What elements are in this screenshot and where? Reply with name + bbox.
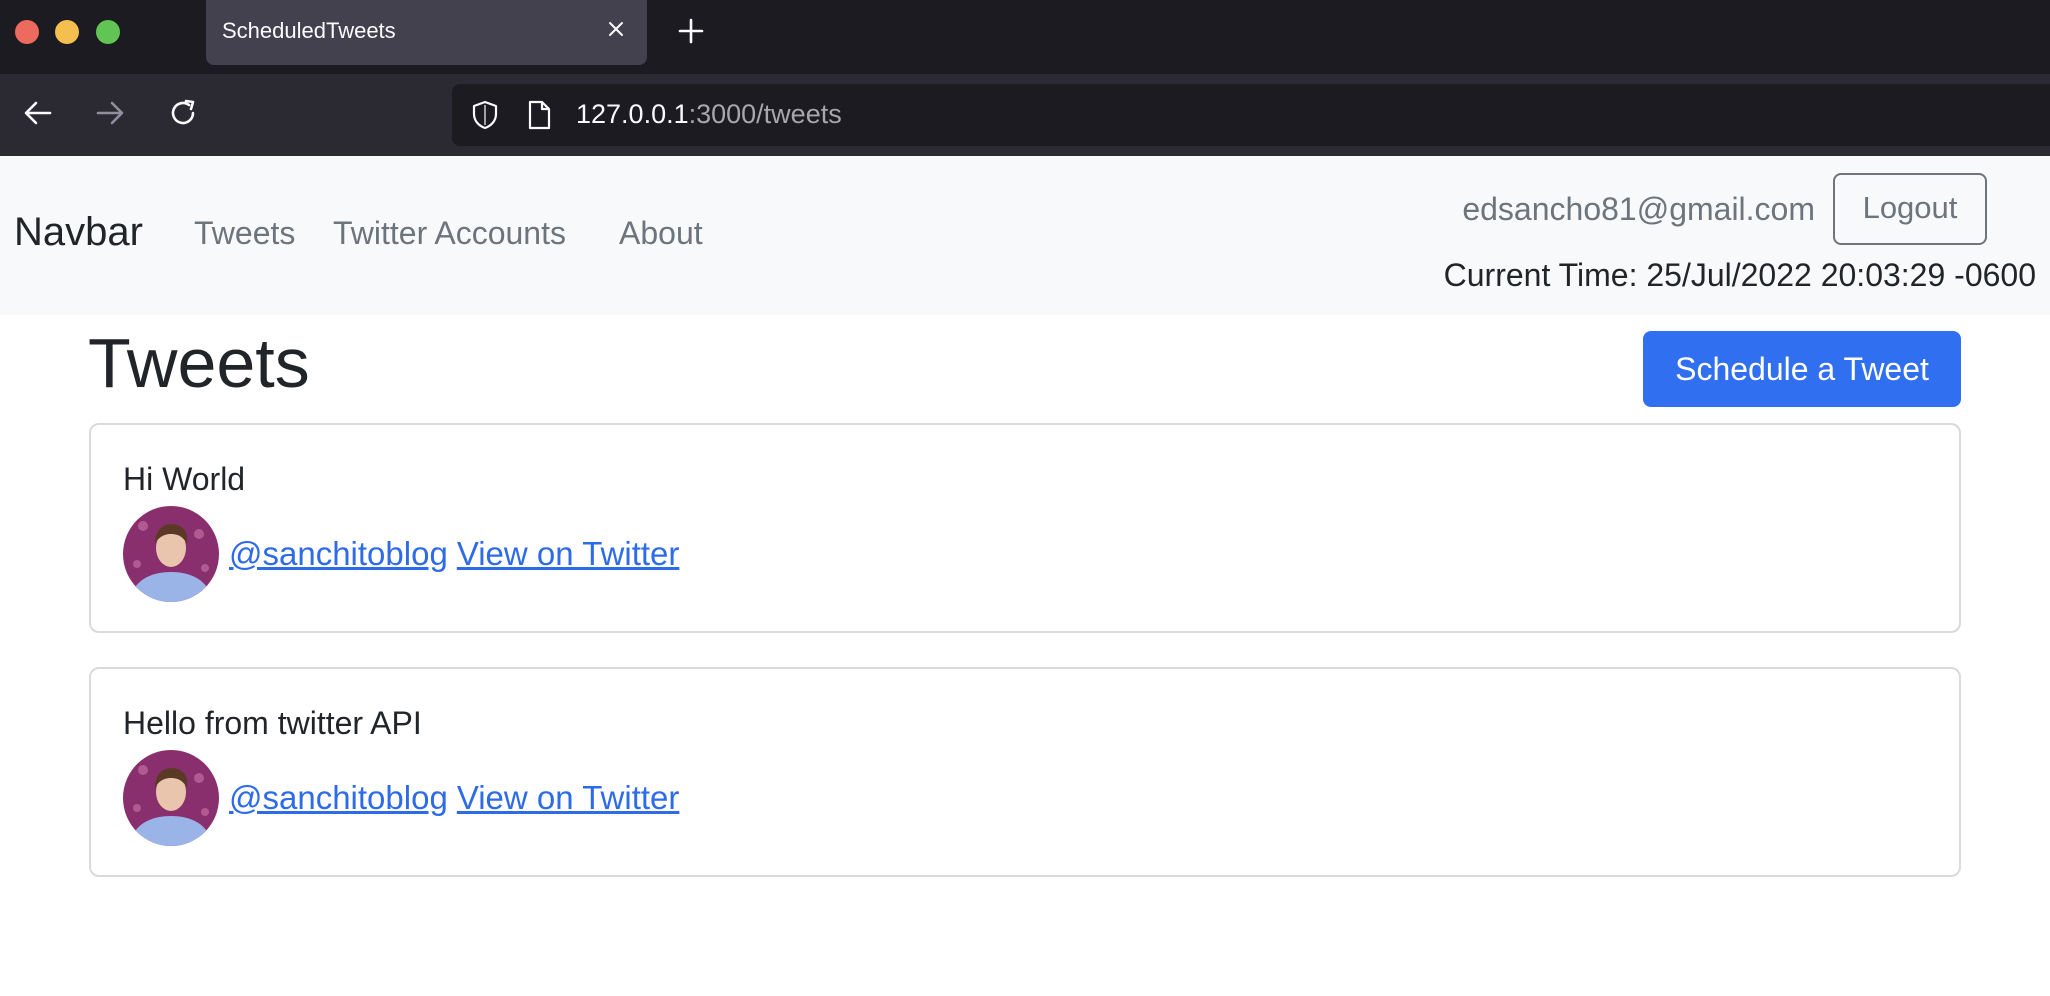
forward-arrow-icon[interactable]	[91, 94, 129, 132]
page-title: Tweets	[88, 324, 310, 402]
twitter-handle-link[interactable]: @sanchitoblog	[229, 535, 448, 573]
logout-button[interactable]: Logout	[1833, 173, 1987, 245]
url-text[interactable]: 127.0.0.1:3000/tweets	[576, 99, 842, 130]
nav-link-about[interactable]: About	[619, 215, 703, 252]
reload-icon[interactable]	[164, 94, 202, 132]
url-path: :3000/tweets	[688, 99, 842, 129]
view-on-twitter-link[interactable]: View on Twitter	[457, 779, 680, 817]
twitter-handle-link[interactable]: @sanchitoblog	[229, 779, 448, 817]
schedule-tweet-button[interactable]: Schedule a Tweet	[1643, 331, 1961, 407]
browser-tab[interactable]: ScheduledTweets	[206, 0, 647, 65]
tweet-meta: @sanchitoblog View on Twitter	[123, 505, 688, 603]
close-tab-icon[interactable]	[601, 14, 631, 44]
navbar: Navbar Tweets Twitter Accounts About eds…	[0, 156, 2050, 315]
nav-link-twitter-accounts[interactable]: Twitter Accounts	[333, 215, 566, 252]
view-on-twitter-link[interactable]: View on Twitter	[457, 535, 680, 573]
shield-icon[interactable]	[468, 98, 502, 132]
back-arrow-icon[interactable]	[19, 94, 57, 132]
user-email: edsancho81@gmail.com	[1462, 191, 1815, 227]
tweet-card: Hi World @sanchitoblog View on Twitter	[89, 423, 1961, 633]
maximize-window-button[interactable]	[96, 20, 120, 44]
new-tab-icon[interactable]	[674, 14, 708, 48]
navbar-brand[interactable]: Navbar	[14, 210, 143, 255]
tweet-body: Hello from twitter API	[123, 705, 422, 741]
url-host: 127.0.0.1	[576, 99, 689, 129]
address-bar[interactable]: 127.0.0.1:3000/tweets	[452, 84, 2050, 146]
browser-toolbar: 127.0.0.1:3000/tweets	[0, 74, 2050, 156]
tweet-card: Hello from twitter API @sanchitoblog Vie…	[89, 667, 1961, 877]
nav-link-tweets[interactable]: Tweets	[194, 215, 295, 252]
close-window-button[interactable]	[15, 20, 39, 44]
browser-tab-bar: ScheduledTweets	[0, 0, 2050, 74]
current-time: Current Time: 25/Jul/2022 20:03:29 -0600	[1443, 257, 2036, 293]
avatar	[123, 506, 219, 602]
tweet-meta: @sanchitoblog View on Twitter	[123, 749, 688, 847]
tab-title: ScheduledTweets	[222, 18, 396, 43]
page-icon	[524, 99, 554, 131]
minimize-window-button[interactable]	[55, 20, 79, 44]
tweet-body: Hi World	[123, 461, 246, 497]
avatar	[123, 750, 219, 846]
